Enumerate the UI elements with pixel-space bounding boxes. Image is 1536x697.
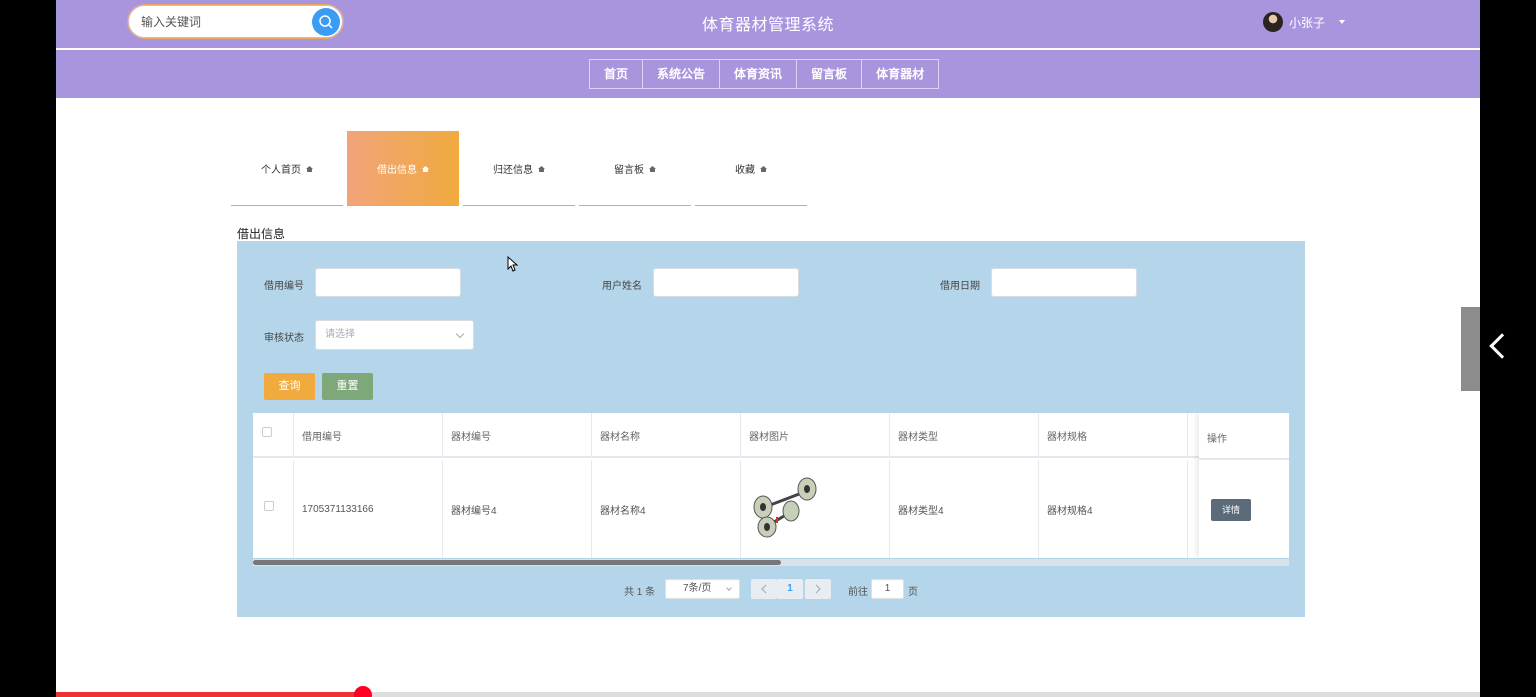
col-action: 操作 [1207,434,1227,445]
audit-status-label: 审核状态 [264,333,304,344]
reset-button[interactable]: 重置 [322,373,373,400]
audit-status-select[interactable]: 请选择 [315,320,474,350]
home-icon [306,166,313,172]
home-icon [422,166,429,172]
top-bar: 体育器材管理系统 小张子 [56,0,1480,48]
nav-bar: 首页 系统公告 体育资讯 留言板 体育器材 [56,50,1480,98]
home-icon [649,166,656,172]
chevron-left-icon [1489,333,1515,359]
table-row[interactable]: 1705371133166 器材编号4 器材名称4 器材类型4 器材规格4 [253,460,1289,558]
goto-label: 前往 [848,587,868,598]
nav-item-equipment[interactable]: 体育器材 [862,60,938,88]
nav-item-announcements[interactable]: 系统公告 [643,60,721,88]
cell-equipment-type: 器材类型4 [890,460,1039,558]
tab-borrow-info[interactable]: 借出信息 [347,131,459,206]
total-count: 共 1 条 [624,587,656,598]
cell-equipment-spec: 器材规格4 [1039,460,1188,558]
borrow-date-label: 借用日期 [940,281,980,292]
page-suffix: 页 [908,587,918,598]
username: 小张子 [1289,15,1326,30]
col-equipment-type: 器材类型 [890,413,1039,458]
tab-label: 留言板 [614,164,644,176]
row-checkbox[interactable] [264,501,274,511]
page: 体育器材管理系统 小张子 首页 系统公告 体育资讯 留言板 体育器材 个人首页 … [56,0,1480,697]
tab-return-info[interactable]: 归还信息 [463,131,575,206]
tab-favorites[interactable]: 收藏 [695,131,807,206]
main-nav: 首页 系统公告 体育资讯 留言板 体育器材 [589,59,940,89]
borrow-panel: 借用编号 用户姓名 借用日期 审核状态 请选择 查询 重置 借用编号 器材编号 … [237,241,1305,617]
tab-label: 借出信息 [377,164,417,176]
user-center-tabs: 个人首页 借出信息 归还信息 留言板 收藏 [231,131,811,206]
caret-down-icon [1339,20,1346,24]
goto-page-input[interactable]: 1 [871,579,904,599]
prev-page-button[interactable] [751,579,777,599]
select-all-checkbox[interactable] [262,426,272,437]
scrollbar-thumb[interactable] [253,560,781,565]
avatar [1263,12,1283,32]
col-equipment-image: 器材图片 [741,413,890,458]
table-scrollbar[interactable] [253,559,1289,566]
borrow-table: 借用编号 器材编号 器材名称 器材图片 器材类型 器材规格 1705371133… [253,413,1289,558]
video-progress-handle[interactable] [354,686,372,697]
nav-item-sports-news[interactable]: 体育资讯 [720,60,798,88]
cell-equipment-name: 器材名称4 [592,460,741,558]
tab-label: 收藏 [735,164,755,176]
table-header: 借用编号 器材编号 器材名称 器材图片 器材类型 器材规格 [253,413,1289,458]
home-icon [538,166,545,172]
tab-label: 归还信息 [493,164,533,176]
chevron-down-icon [726,585,732,591]
user-menu[interactable]: 小张子 [1263,11,1346,33]
borrow-no-label: 借用编号 [264,281,304,292]
tab-label: 个人首页 [261,164,301,176]
tab-message-board[interactable]: 留言板 [579,131,691,206]
page-size-value: 7条/页 [683,583,712,594]
col-equipment-spec: 器材规格 [1039,413,1188,458]
col-borrow-no: 借用编号 [294,413,443,458]
home-icon [760,166,767,172]
borrow-date-input[interactable] [991,268,1137,297]
cell-borrow-no: 1705371133166 [294,460,443,558]
tab-personal-home[interactable]: 个人首页 [231,131,343,206]
fixed-action-column: 操作 详情 [1199,413,1289,558]
nav-item-message-board[interactable]: 留言板 [797,60,863,88]
query-button[interactable]: 查询 [264,373,315,400]
nav-item-home[interactable]: 首页 [590,60,644,88]
chevron-down-icon [455,329,465,339]
page-size-select[interactable]: 7条/页 [665,579,740,599]
header-divider [1199,458,1289,460]
user-name-label: 用户姓名 [602,281,642,292]
cell-equipment-no: 器材编号4 [443,460,592,558]
dumbbell-image [753,477,817,538]
borrow-no-input[interactable] [315,268,461,297]
next-page-button[interactable] [805,579,831,599]
col-equipment-name: 器材名称 [592,413,741,458]
col-equipment-no: 器材编号 [443,413,592,458]
detail-button[interactable]: 详情 [1211,499,1251,521]
user-name-input[interactable] [653,268,799,297]
mouse-cursor-icon [507,256,519,272]
chevron-left-icon [761,584,767,594]
chevron-right-icon [815,584,821,594]
page-number-current[interactable]: 1 [777,579,803,599]
cell-equipment-image [741,460,890,558]
section-title: 借出信息 [237,227,286,241]
video-progress-fill [56,692,363,697]
select-all-cell [253,413,294,458]
side-panel-toggle[interactable] [1461,307,1480,391]
audit-status-placeholder: 请选择 [325,329,355,340]
row-select-cell [253,460,294,558]
